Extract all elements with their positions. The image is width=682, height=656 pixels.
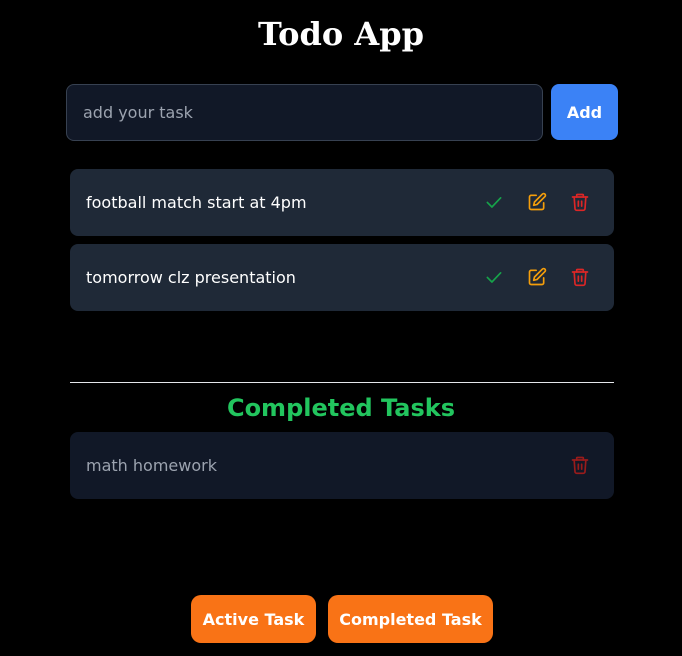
- app-title: Todo App: [258, 15, 424, 53]
- add-button[interactable]: Add: [551, 84, 618, 140]
- trash-icon[interactable]: [569, 191, 591, 213]
- task-input[interactable]: [66, 84, 543, 141]
- section-divider: [70, 382, 614, 383]
- trash-icon[interactable]: [569, 266, 591, 288]
- completed-tasks-title: Completed Tasks: [226, 394, 456, 422]
- task-text: tomorrow clz presentation: [86, 268, 296, 287]
- trash-icon[interactable]: [569, 454, 591, 476]
- edit-icon[interactable]: [526, 266, 548, 288]
- todo-app: Todo App Add football match start at 4pm…: [0, 0, 682, 656]
- task-item: tomorrow clz presentation: [70, 244, 614, 311]
- task-item: football match start at 4pm: [70, 169, 614, 236]
- active-task-button[interactable]: Active Task: [191, 595, 316, 643]
- edit-icon[interactable]: [526, 191, 548, 213]
- check-icon[interactable]: [483, 191, 505, 213]
- completed-task-button[interactable]: Completed Task: [328, 595, 493, 643]
- task-text: football match start at 4pm: [86, 193, 307, 212]
- completed-task-item: math homework: [70, 432, 614, 499]
- check-icon[interactable]: [483, 266, 505, 288]
- task-text: math homework: [86, 456, 217, 475]
